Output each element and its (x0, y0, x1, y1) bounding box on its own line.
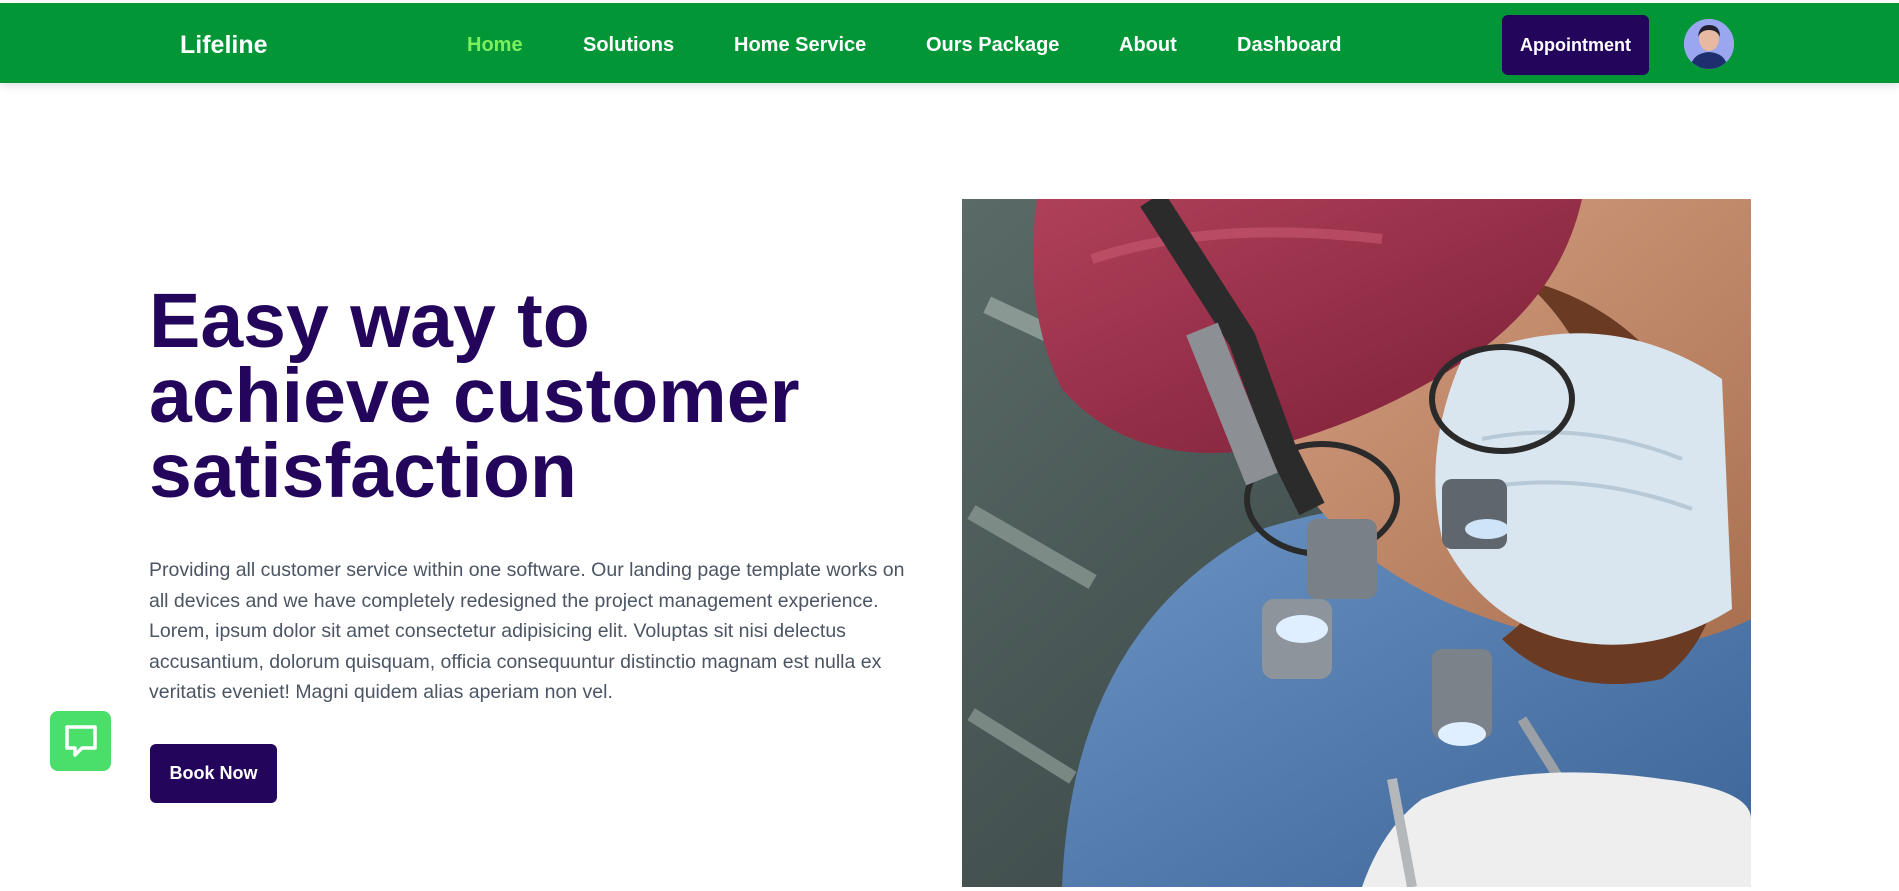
nav-item-home[interactable]: Home (467, 34, 523, 57)
chat-widget-button[interactable] (50, 711, 111, 771)
hero-title: Easy way to achieve customer satisfactio… (149, 278, 869, 514)
hero-title-line: satisfaction (149, 428, 577, 514)
nav-item-home-service[interactable]: Home Service (734, 34, 866, 57)
hero-description-line: all devices and we have completely redes… (149, 589, 879, 612)
chat-bubble-icon (64, 725, 97, 757)
nav-item-dashboard[interactable]: Dashboard (1237, 34, 1341, 57)
hero-image (962, 199, 1751, 887)
user-avatar[interactable] (1684, 19, 1734, 69)
hero-description-line: accusantium, dolorum quisquam, officia c… (149, 650, 882, 673)
hero-title-line: achieve customer (149, 353, 800, 439)
hero-description-line: veritatis eveniet! Magni quidem alias ap… (149, 681, 613, 703)
nav-item-solutions[interactable]: Solutions (583, 34, 674, 57)
top-navbar: Lifeline Home Solutions Home Service Our… (0, 3, 1899, 83)
nav-item-ours-package[interactable]: Ours Package (926, 34, 1059, 57)
hero-description-line: Providing all customer service within on… (149, 559, 905, 581)
hero-description-line: Lorem, ipsum dolor sit amet consectetur … (149, 620, 846, 642)
hero-title-line: Easy way to (149, 278, 590, 364)
hero-description: Providing all customer service within on… (149, 555, 939, 708)
nav-item-about[interactable]: About (1119, 34, 1177, 57)
brand-logo-text[interactable]: Lifeline (180, 31, 268, 60)
appointment-button[interactable]: Appointment (1502, 15, 1649, 75)
avatar-portrait-icon (1684, 19, 1734, 69)
surgeon-photo (962, 199, 1751, 887)
book-now-button[interactable]: Book Now (150, 744, 277, 803)
